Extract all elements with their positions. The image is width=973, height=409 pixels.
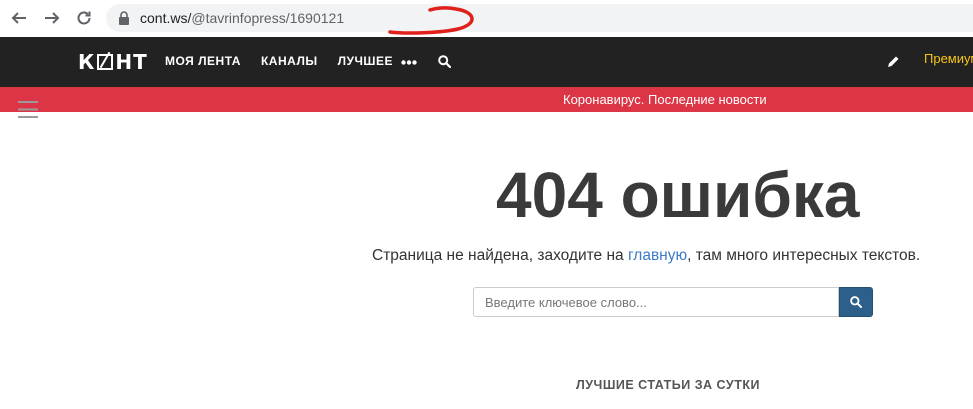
arrow-right-icon — [45, 12, 60, 24]
logo-letters-nt: НТ — [115, 50, 148, 74]
forward-button[interactable] — [41, 7, 63, 29]
menu-my-feed[interactable]: МОЯ ЛЕНТА — [165, 54, 241, 68]
reload-button[interactable] — [73, 7, 95, 29]
hamburger-menu-icon[interactable] — [18, 101, 38, 118]
pencil-icon[interactable] — [886, 55, 900, 69]
logo-box-icon — [97, 54, 114, 70]
site-header: К НТ МОЯ ЛЕНТА КАНАЛЫ ЛУЧШЕЕ Премиум — [0, 37, 973, 87]
menu-channels[interactable]: КАНАЛЫ — [261, 54, 318, 68]
more-dots-icon[interactable] — [401, 60, 417, 65]
premium-link[interactable]: Премиум — [924, 51, 973, 66]
subtitle-text-before: Страница не найдена, заходите на — [372, 247, 628, 264]
logo-letter-k: К — [78, 50, 96, 74]
search-form — [473, 287, 873, 317]
lock-icon — [119, 11, 129, 25]
url-path: @tavrinfopress/1690121 — [191, 10, 345, 26]
best-articles-heading: ЛУЧШИЕ СТАТЬИ ЗА СУТКИ — [576, 378, 760, 392]
search-input[interactable] — [473, 287, 839, 317]
subtitle-text-after: , там много интересных текстов. — [687, 247, 921, 264]
search-icon — [850, 296, 862, 308]
site-logo[interactable]: К НТ — [78, 50, 148, 74]
browser-toolbar: cont.ws/@tavrinfopress/1690121 — [0, 0, 973, 37]
search-button[interactable] — [839, 287, 873, 317]
search-icon[interactable] — [438, 55, 451, 68]
address-bar[interactable]: cont.ws/@tavrinfopress/1690121 — [106, 4, 973, 35]
url-text: cont.ws/@tavrinfopress/1690121 — [140, 10, 344, 26]
red-annotation-scribble — [388, 6, 474, 35]
news-banner[interactable]: Коронавирус. Последние новости — [0, 87, 973, 112]
url-host: cont.ws/ — [140, 10, 192, 26]
banner-text[interactable]: Коронавирус. Последние новости — [563, 92, 767, 107]
menu-best[interactable]: ЛУЧШЕЕ — [338, 54, 393, 68]
error-subtitle: Страница не найдена, заходите на главную… — [372, 247, 920, 265]
back-button[interactable] — [8, 7, 30, 29]
main-menu: МОЯ ЛЕНТА КАНАЛЫ ЛУЧШЕЕ — [165, 54, 413, 68]
arrow-left-icon — [11, 12, 26, 24]
reload-icon — [77, 11, 91, 25]
home-link[interactable]: главную — [628, 247, 687, 264]
error-title: 404 ошибка — [496, 159, 860, 231]
